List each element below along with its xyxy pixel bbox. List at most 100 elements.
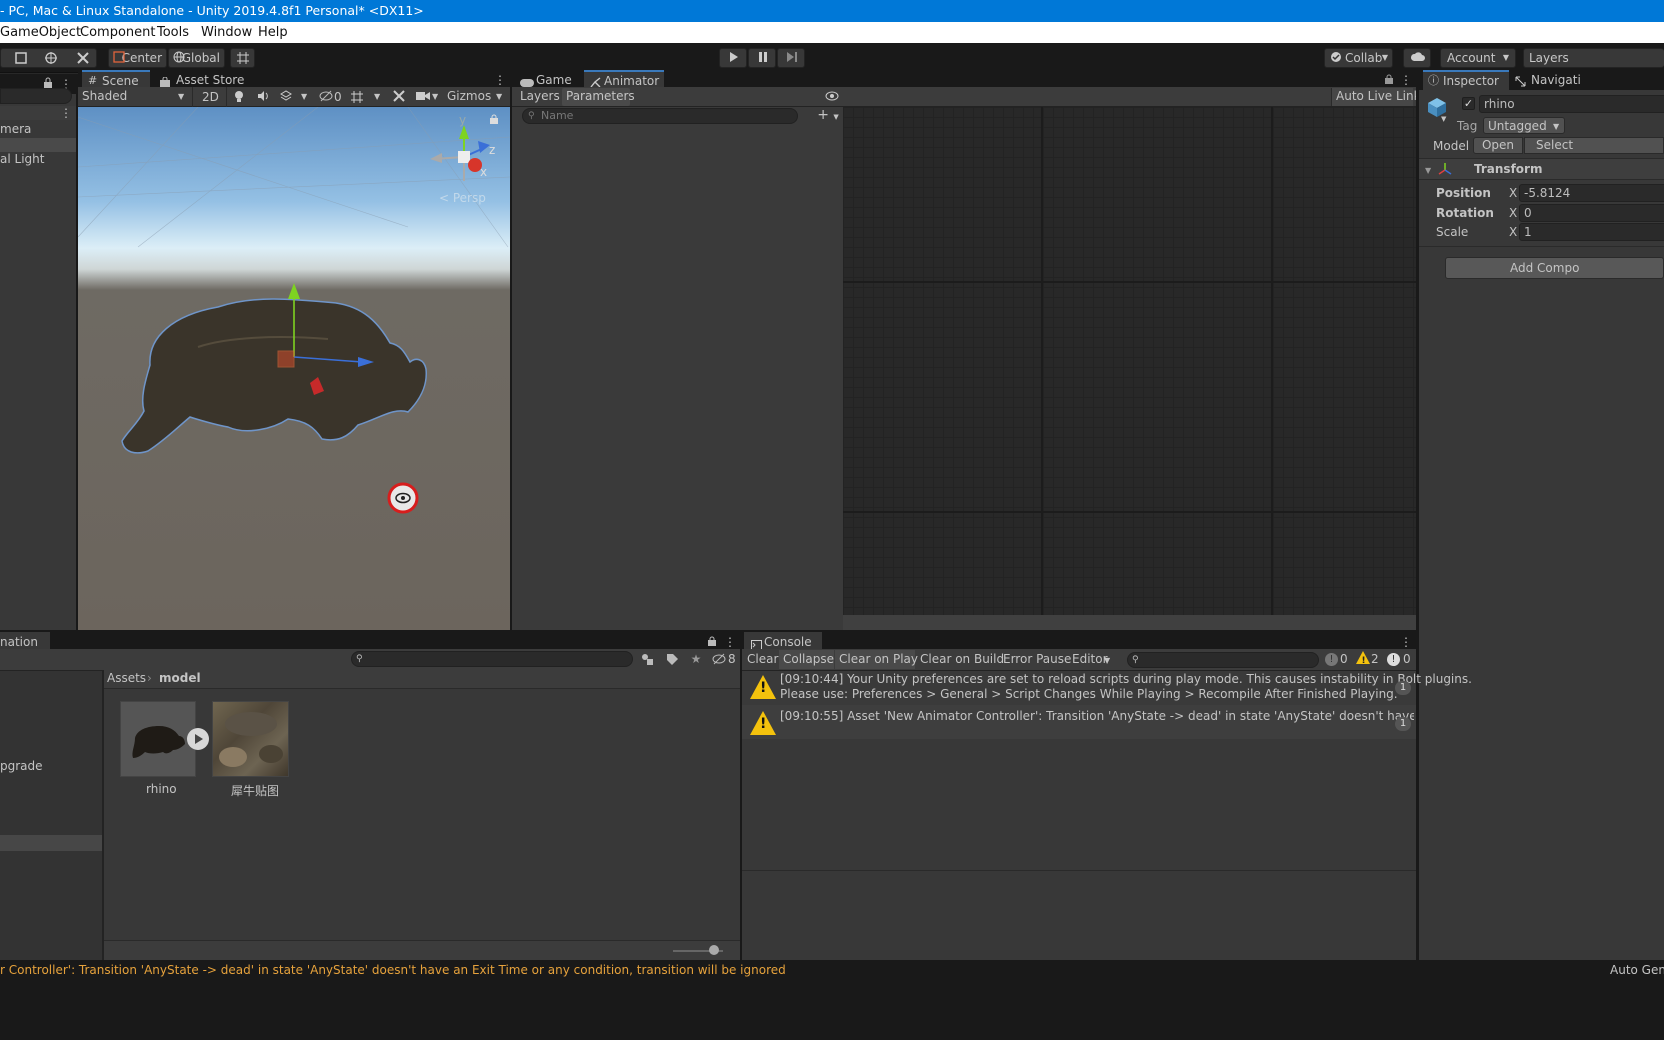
effects-icon[interactable] (280, 90, 292, 105)
parameters-tab[interactable]: Parameters (566, 89, 635, 103)
chevron-down-icon[interactable]: ▼ (1441, 112, 1446, 126)
menu-gameobject[interactable]: GameObject (0, 22, 81, 43)
breadcrumb-assets[interactable]: Assets (107, 671, 146, 685)
warning-count-icon[interactable]: ! (1356, 651, 1370, 667)
pause-button[interactable] (748, 48, 776, 68)
collab-dropdown[interactable]: Collab ▼ (1324, 48, 1393, 68)
tools-icon[interactable] (392, 90, 406, 105)
model-select-button[interactable]: Select (1524, 137, 1664, 154)
filter-type-icon[interactable] (641, 653, 653, 668)
console-message-row[interactable]: [09:10:55] Asset 'New Animator Controlle… (742, 705, 1416, 739)
folder-item-upgrade[interactable]: pgrade (0, 759, 43, 773)
kebab-menu-icon[interactable]: ⋮ (724, 635, 736, 649)
hierarchy-selected-row[interactable] (0, 138, 76, 152)
animator-graph[interactable] (843, 107, 1416, 615)
position-x-field[interactable]: -5.8124 (1519, 184, 1664, 202)
kebab-menu-icon[interactable]: ⋮ (494, 73, 506, 87)
transform-tool-icon[interactable] (43, 51, 59, 68)
zoom-slider-thumb[interactable] (709, 945, 719, 955)
message-line: [09:10:55] Asset 'New Animator Controlle… (780, 709, 1414, 723)
rotation-x-field[interactable]: 0 (1519, 204, 1664, 222)
console-clear-on-play-button[interactable]: Clear on Play (839, 652, 918, 666)
tab-inspector[interactable]: ⓘ Inspector (1423, 70, 1509, 90)
pivot-center-button[interactable]: Center (108, 48, 167, 68)
console-editor-dropdown[interactable]: Editor (1072, 652, 1108, 666)
chevron-down-icon[interactable]: ▼ (374, 90, 380, 104)
kebab-menu-icon[interactable]: ⋮ (1400, 635, 1412, 649)
scale-x-field[interactable]: 1 (1519, 223, 1664, 241)
hidden-objects-icon[interactable] (319, 90, 333, 105)
foldout-arrow-icon[interactable]: ▼ (1425, 164, 1431, 178)
hierarchy-item-camera[interactable]: mera (0, 122, 31, 136)
camera-icon[interactable] (416, 90, 430, 104)
chevron-down-icon[interactable]: ▼ (432, 90, 438, 104)
animator-sidebar-toolbar: Layers Parameters (512, 87, 843, 107)
hierarchy-search-input[interactable] (0, 88, 72, 104)
maximize-icon[interactable] (1384, 73, 1394, 87)
add-parameter-button[interactable]: + ▼ (816, 108, 840, 124)
layers-dropdown[interactable]: Layers (1523, 48, 1664, 68)
eye-icon[interactable] (825, 90, 839, 104)
gizmos-dropdown[interactable]: Gizmos (447, 89, 491, 103)
graph-major-line (1271, 107, 1273, 615)
pivot-space-button[interactable]: Global (168, 48, 225, 68)
parameter-search-input[interactable]: ⚲ Name (522, 108, 798, 124)
active-checkbox[interactable]: ✓ (1462, 97, 1475, 110)
asset-thumbnail-rhino[interactable] (120, 701, 196, 777)
2d-toggle[interactable]: 2D (202, 90, 219, 104)
breadcrumb-model[interactable]: model (159, 671, 201, 685)
status-message[interactable]: r Controller': Transition 'AnyState -> d… (0, 963, 786, 977)
error-count-icon[interactable]: ! (1387, 653, 1400, 666)
cloud-button[interactable] (1403, 48, 1431, 68)
lock-icon[interactable] (489, 113, 499, 127)
graph-major-line (1041, 107, 1043, 615)
asset-thumbnail-texture[interactable] (212, 701, 289, 777)
grid-snap-button[interactable] (230, 48, 255, 68)
label-tag-icon[interactable] (666, 653, 678, 668)
play-button[interactable] (719, 48, 747, 68)
audio-icon[interactable] (257, 90, 269, 105)
scene-viewport[interactable]: y z x < Persp (78, 107, 510, 630)
play-asset-icon[interactable] (187, 728, 209, 750)
console-clear-on-build-button[interactable]: Clear on Build (920, 652, 1004, 666)
chevron-down-icon[interactable]: ▼ (301, 90, 307, 104)
shading-mode-dropdown[interactable]: Shaded (82, 89, 127, 103)
kebab-menu-icon[interactable]: ⋮ (1400, 73, 1412, 87)
tab-navigation[interactable]: Navigati (1511, 70, 1664, 90)
folder-item-selected[interactable] (0, 835, 102, 851)
console-detail-divider (742, 870, 1416, 871)
kebab-menu-icon[interactable]: ⋮ (60, 106, 72, 120)
transform-header[interactable]: ▼ Transform (1419, 158, 1664, 180)
console-search-input[interactable]: ⚲ (1127, 652, 1319, 668)
message-line: Please use: Preferences > General > Scri… (780, 687, 1398, 701)
chevron-down-icon[interactable]: ▼ (496, 90, 502, 104)
console-clear-button[interactable]: Clear (747, 652, 778, 666)
account-dropdown[interactable]: Account ▼ (1440, 48, 1516, 68)
custom-tool-icon[interactable] (75, 51, 91, 68)
project-search-input[interactable]: ⚲ (351, 651, 633, 667)
menu-tools[interactable]: Tools (157, 22, 189, 43)
console-collapse-button[interactable]: Collapse (783, 652, 834, 666)
light-bulb-icon[interactable] (233, 90, 245, 106)
grid-snap-icon[interactable] (350, 90, 364, 107)
menu-window[interactable]: Window (201, 22, 252, 43)
menu-help[interactable]: Help (258, 22, 288, 43)
add-component-button[interactable]: Add Compo (1445, 257, 1664, 279)
rotation-label: Rotation (1436, 206, 1494, 220)
auto-live-link-button[interactable]: Auto Live Link (1331, 88, 1421, 106)
hierarchy-item-light[interactable]: al Light (0, 152, 44, 166)
info-count-icon[interactable]: ! (1325, 653, 1338, 666)
console-error-pause-button[interactable]: Error Pause (1003, 652, 1071, 666)
layers-tab[interactable]: Layers (520, 89, 560, 103)
rect-tool-icon[interactable] (13, 51, 29, 68)
object-name-field[interactable]: rhino (1479, 95, 1664, 113)
step-button[interactable] (777, 48, 805, 68)
star-icon[interactable]: ★ (690, 652, 702, 666)
menu-component[interactable]: Component (80, 22, 155, 43)
console-message-row[interactable]: [09:10:44] Your Unity preferences are se… (742, 671, 1472, 705)
model-open-button[interactable]: Open (1473, 137, 1523, 154)
perspective-label[interactable]: < Persp (439, 191, 486, 205)
hidden-packages-icon[interactable] (712, 653, 726, 668)
lock-icon[interactable] (707, 635, 717, 649)
tag-dropdown[interactable]: Untagged ▼ (1483, 117, 1565, 134)
